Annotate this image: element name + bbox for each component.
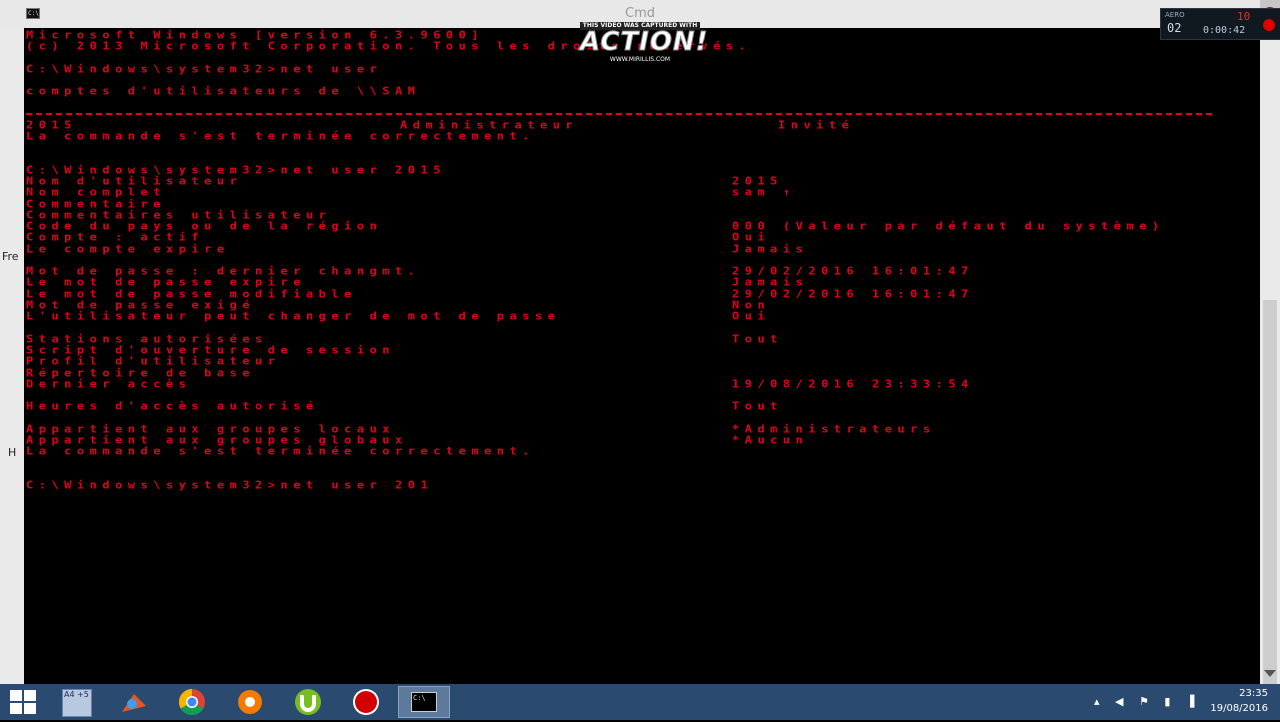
recording-timer: 0:00:42 [1203, 25, 1246, 36]
detail-value: Tout [732, 333, 783, 346]
console-line: comptes d'utilisateurs de \\SAM [26, 85, 421, 98]
windows-logo-icon [10, 703, 22, 714]
detail-label: Nom d'utilisateur [26, 175, 243, 188]
console-separator [26, 113, 1212, 115]
detail-value: 2015 [732, 175, 783, 188]
scroll-down-icon[interactable] [1264, 670, 1276, 677]
action-logo: ACTION! [580, 27, 709, 57]
console-output[interactable]: Microsoft Windows [version 6.3.9600] (c)… [24, 28, 1260, 684]
detail-value: Oui [732, 310, 771, 323]
detail-value: *Administrateurs [732, 423, 936, 436]
detail-label: Commentaire [26, 198, 166, 211]
account-name: Invité [778, 119, 855, 132]
action-watermark: THIS VIDEO WAS CAPTURED WITH ACTION! WWW… [580, 22, 709, 64]
detail-value: 29/02/2016 16:01:47 [732, 288, 974, 301]
taskbar-app-a4[interactable]: A4 +5 [50, 686, 102, 718]
fps-counter: 02 [1167, 21, 1182, 35]
account-name: 2015 [26, 119, 77, 132]
clock-date: 19/08/2016 [1210, 703, 1268, 714]
a4-label: A4 +5 [64, 690, 89, 699]
console-prompt: C:\Windows\system32>net user 201 [26, 479, 434, 492]
console-prompt: C:\Windows\system32>net user 2015 [26, 164, 446, 177]
detail-label: Heures d'accès autorisé [26, 400, 319, 413]
vertical-scrollbar[interactable] [1260, 28, 1280, 688]
windows-logo-icon [24, 703, 36, 714]
recording-widget: AERO 02 10 0:00:42 [1160, 8, 1280, 40]
background-window-label: Fre [2, 250, 19, 263]
console-line: Microsoft Windows [version 6.3.9600] [26, 29, 485, 42]
taskbar-app-utorrent[interactable] [282, 686, 334, 718]
cmd-icon: C:\ [411, 692, 437, 712]
detail-label: L'utilisateur peut changer de mot de pas… [26, 310, 561, 323]
detail-label: Code du pays ou de la région [26, 220, 383, 233]
rec-counter: 10 [1237, 10, 1251, 23]
utorrent-icon [295, 689, 321, 715]
system-tray[interactable]: ▴ ◀ ⚑ ▮ ▐ [1094, 695, 1200, 708]
taskbar-app-chrome[interactable] [166, 686, 218, 718]
detail-label: Commentaires utilisateur [26, 209, 332, 222]
taskbar-app-action-recorder[interactable] [340, 686, 392, 718]
clock-time: 23:35 [1239, 688, 1268, 699]
scrollbar-thumb[interactable] [1263, 300, 1277, 688]
detail-value: sam ↑ [732, 186, 796, 199]
detail-label: Compte : actif [26, 231, 205, 244]
taskbar-app-cmd[interactable]: C:\ [398, 686, 450, 718]
detail-value: Jamais [732, 276, 809, 289]
detail-label: Le compte expire [26, 243, 230, 256]
detail-value: *Aucun [732, 434, 809, 447]
detail-label: Le mot de passe expire [26, 276, 306, 289]
detail-label: Mot de passe : dernier changmt. [26, 265, 421, 278]
detail-label: Nom complet [26, 186, 166, 199]
taskbar-clock[interactable]: 23:35 19/08/2016 [1202, 686, 1268, 716]
background-window-edge: Fre H [0, 28, 24, 684]
window-title: Cmd [625, 6, 655, 21]
detail-label: Appartient aux groupes locaux [26, 423, 396, 436]
windows-logo-icon [10, 690, 22, 701]
detail-value: Oui [732, 231, 771, 244]
detail-value: 29/02/2016 16:01:47 [732, 265, 974, 278]
record-icon [353, 689, 379, 715]
aero-label: AERO [1165, 11, 1185, 19]
detail-value: Tout [732, 400, 783, 413]
background-window-label: H [8, 446, 17, 459]
detail-value: 000 (Valeur par défaut du système) [732, 220, 1165, 233]
detail-label: Dernier accès [26, 378, 192, 391]
watermark-url: WWW.MIRILLIS.COM [609, 56, 671, 63]
recording-icon [1263, 19, 1275, 31]
detail-label: Répertoire de base [26, 367, 256, 380]
detail-label: Stations autorisées [26, 333, 268, 346]
detail-label: Script d'ouverture de session [26, 344, 396, 357]
taskbar-app-avast[interactable] [224, 686, 276, 718]
detail-value: Non [732, 299, 771, 312]
console-line: La commande s'est terminée correctement. [26, 130, 535, 143]
console-prompt: C:\Windows\system32>net user [26, 63, 383, 76]
avast-icon [238, 690, 262, 714]
detail-label: Profil d'utilisateur [26, 355, 281, 368]
cmd-window: C:\ Cmd Fre H Microsoft Windows [version… [0, 0, 1280, 688]
chrome-icon [178, 688, 205, 716]
taskbar: A4 +5 C:\ ▴ ◀ ⚑ ▮ ▐ 23:35 19/08/2016 [0, 684, 1280, 720]
console-line: La commande s'est terminée correctement. [26, 445, 535, 458]
detail-label: Mot de passe exigé [26, 299, 256, 312]
detail-value: 19/08/2016 23:33:54 [732, 378, 974, 391]
paint-icon [122, 694, 146, 712]
start-button[interactable] [10, 690, 36, 714]
taskbar-app-paint[interactable] [108, 686, 160, 718]
detail-label: Le mot de passe modifiable [26, 288, 357, 301]
account-name: Administrateur [400, 119, 579, 132]
detail-value: Jamais [732, 243, 809, 256]
detail-label: Appartient aux groupes globaux [26, 434, 408, 447]
windows-logo-icon [24, 690, 36, 701]
